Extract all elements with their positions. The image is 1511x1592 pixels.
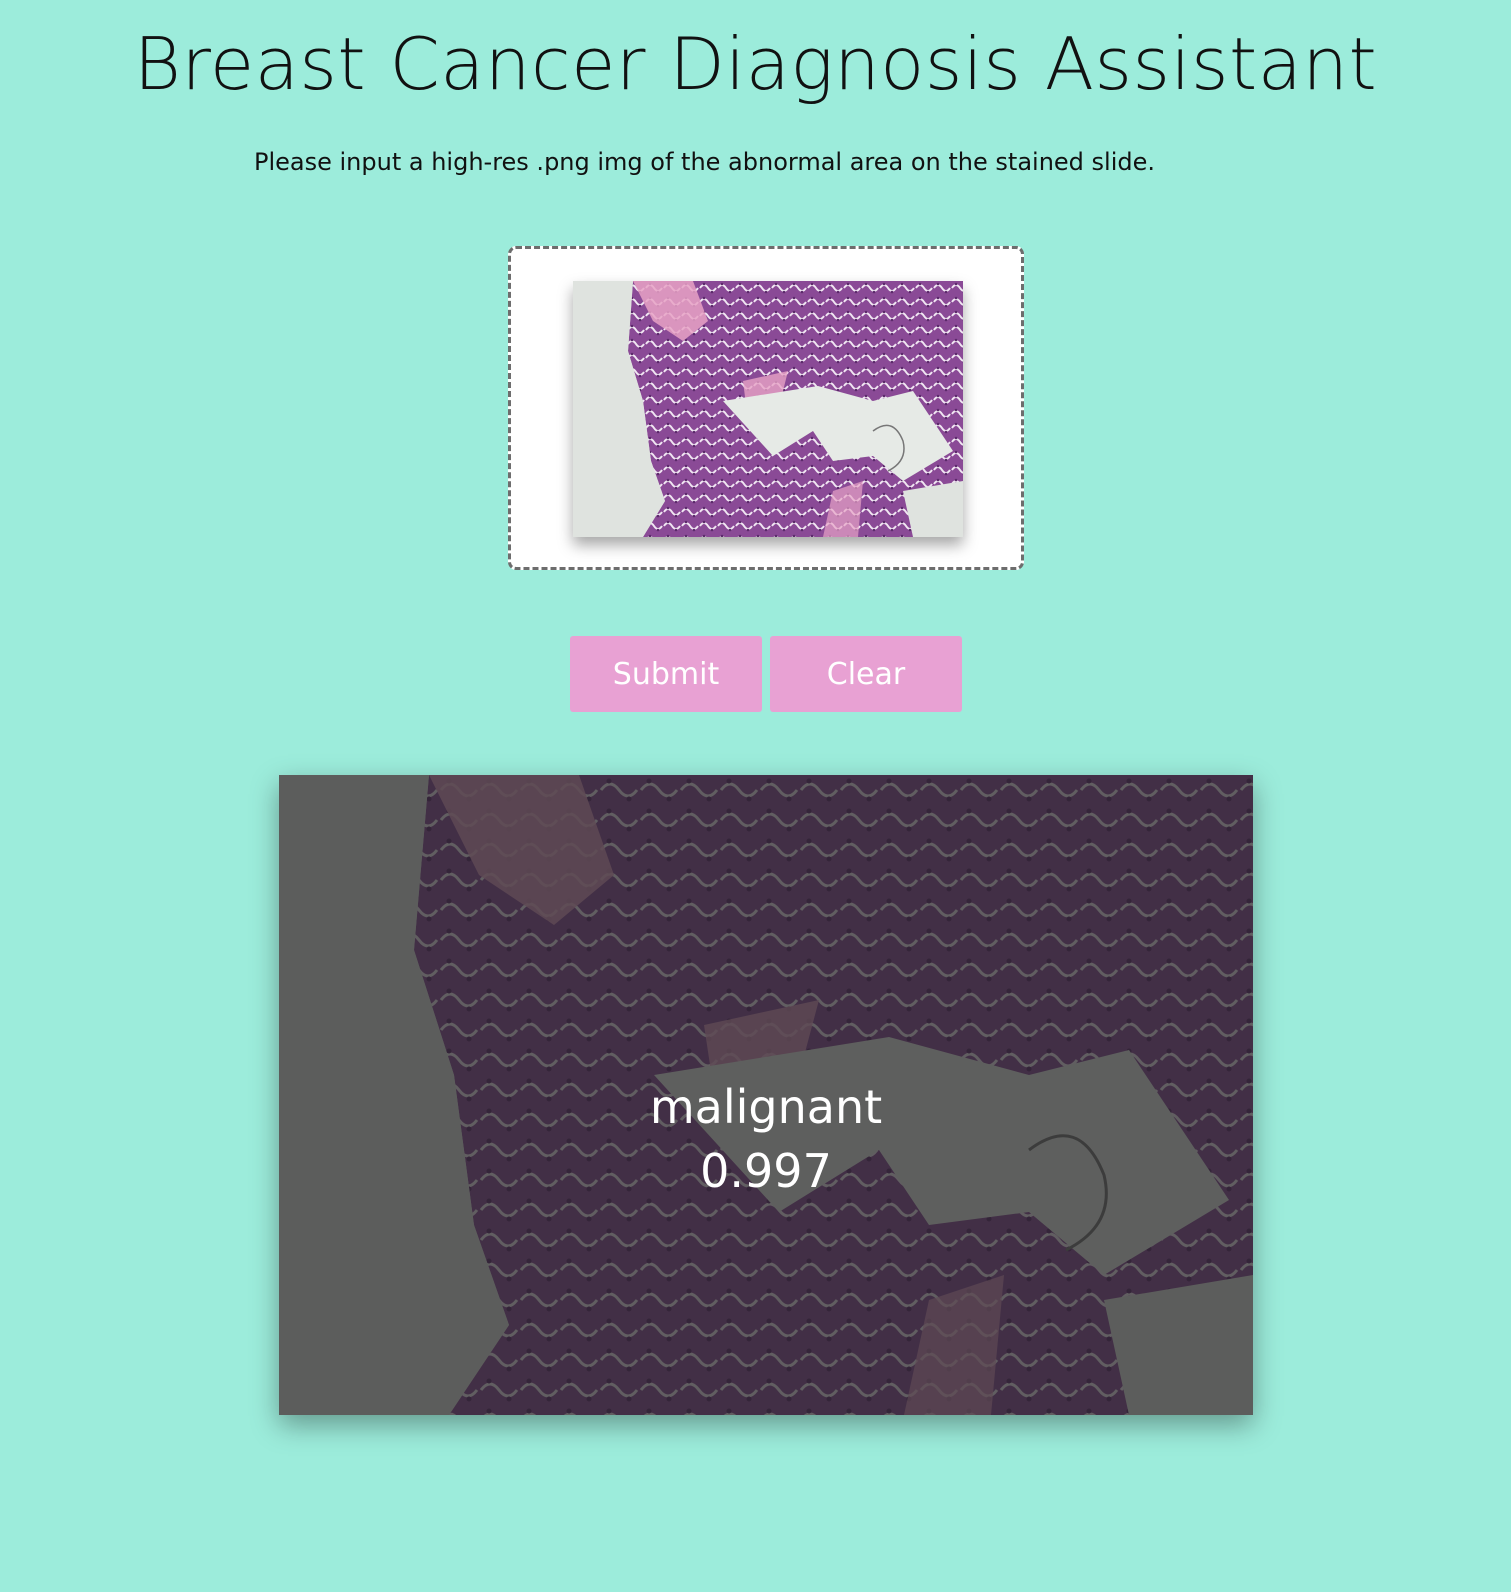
prediction-score: 0.997 bbox=[700, 1144, 832, 1198]
clear-button[interactable]: Clear bbox=[770, 636, 962, 712]
uploaded-image-preview bbox=[573, 281, 963, 537]
prediction-text: malignant 0.997 bbox=[279, 1075, 1253, 1203]
prediction-result-card: malignant 0.997 bbox=[279, 775, 1253, 1415]
upload-instructions: Please input a high-res .png img of the … bbox=[254, 148, 1156, 176]
page-title: Breast Cancer Diagnosis Assistant bbox=[133, 22, 1378, 106]
submit-button[interactable]: Submit bbox=[570, 636, 762, 712]
image-dropzone[interactable] bbox=[508, 246, 1024, 570]
histology-thumbnail-image bbox=[573, 281, 963, 537]
prediction-label: malignant bbox=[649, 1080, 883, 1134]
